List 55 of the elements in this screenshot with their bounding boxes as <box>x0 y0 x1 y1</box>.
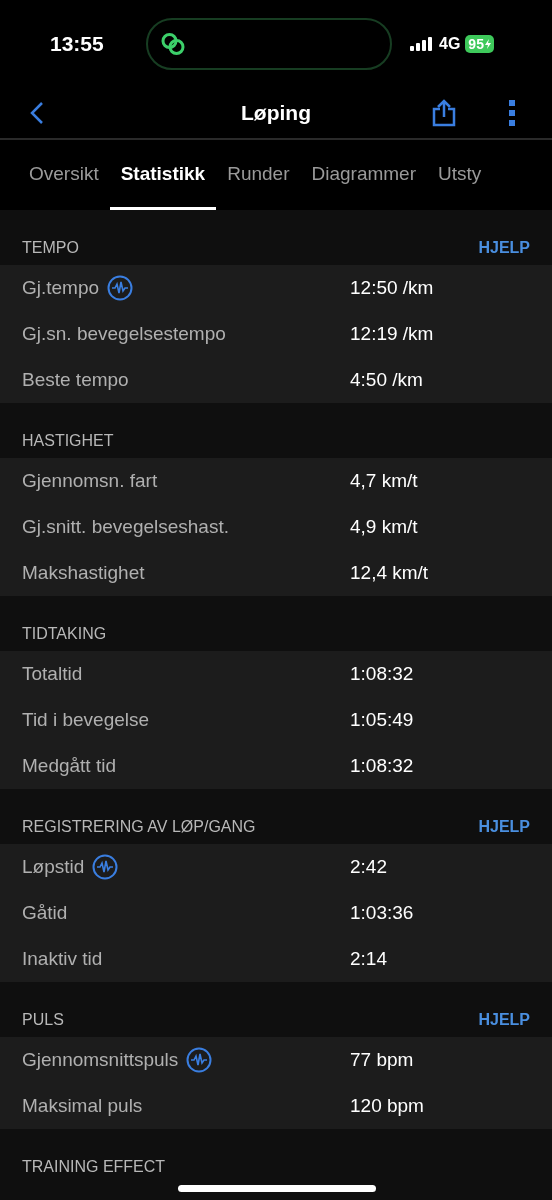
tab[interactable]: Oversikt <box>18 140 110 210</box>
pulse-icon[interactable] <box>92 854 119 880</box>
stat-label: Gjennomsnittspuls <box>22 1049 179 1071</box>
stat-label: Gåtid <box>22 902 68 924</box>
stat-label: Medgått tid <box>22 755 116 777</box>
stat-label: Makshastighet <box>22 562 145 584</box>
stat-value: 4:50 /km <box>350 369 423 391</box>
stat-value: 1:08:32 <box>350 755 414 777</box>
section-title: TIDTAKING <box>22 625 107 643</box>
stat-label: Gjennomsn. fart <box>22 470 158 492</box>
tab[interactable]: Utsty <box>427 140 493 210</box>
stat-label: Totaltid <box>22 663 83 685</box>
screen-title: Løping <box>240 101 312 125</box>
section-title: PULS <box>22 1011 64 1029</box>
more-icon[interactable] <box>508 100 516 126</box>
stat-value: 1:05:49 <box>350 709 414 731</box>
charging-icon <box>484 39 491 49</box>
stat-value: 12,4 km/t <box>350 562 429 584</box>
share-icon[interactable] <box>432 99 456 127</box>
clock-time: 13:55 <box>50 32 105 56</box>
signal-icon <box>410 37 434 51</box>
tab[interactable]: Runder <box>216 140 301 210</box>
battery-level: 95 <box>465 35 494 53</box>
stat-label: Inaktiv tid <box>22 948 103 970</box>
stat-value: 2:14 <box>350 948 387 970</box>
stat-value: 120 bpm <box>350 1095 424 1117</box>
tab[interactable]: Diagrammer <box>300 140 428 210</box>
section-title: TRAINING EFFECT <box>22 1158 166 1176</box>
back-icon[interactable] <box>30 101 44 125</box>
stat-value: 2:42 <box>350 856 387 878</box>
pulse-icon[interactable] <box>186 1047 213 1073</box>
stat-value: 4,9 km/t <box>350 516 418 538</box>
pulse-icon[interactable] <box>107 275 134 301</box>
stat-value: 12:19 /km <box>350 323 434 345</box>
stat-value: 4,7 km/t <box>350 470 418 492</box>
stat-value: 1:03:36 <box>350 902 414 924</box>
section-title: TEMPO <box>22 239 79 257</box>
tab[interactable]: Statistikk <box>109 140 217 210</box>
section-title: REGISTRERING AV LØP/GANG <box>22 818 256 836</box>
stat-value: 77 bpm <box>350 1049 414 1071</box>
stat-value: 12:50 /km <box>350 277 434 299</box>
rings-icon <box>160 31 186 57</box>
stat-label: Gj.tempo <box>22 277 100 299</box>
help-link[interactable]: HJELP <box>478 818 530 836</box>
stat-label: Gj.sn. bevegelsestempo <box>22 323 226 345</box>
stat-label: Gj.snitt. bevegelseshast. <box>22 516 229 538</box>
stat-value: 1:08:32 <box>350 663 414 685</box>
section-title: HASTIGHET <box>22 432 114 450</box>
help-link[interactable]: HJELP <box>478 1011 530 1029</box>
stat-label: Tid i bevegelse <box>22 709 150 731</box>
stat-label: Løpstid <box>22 856 85 878</box>
stat-label: Beste tempo <box>22 369 129 391</box>
help-link[interactable]: HJELP <box>478 239 530 257</box>
stat-label: Maksimal puls <box>22 1095 143 1117</box>
network-label: 4G <box>439 35 461 53</box>
